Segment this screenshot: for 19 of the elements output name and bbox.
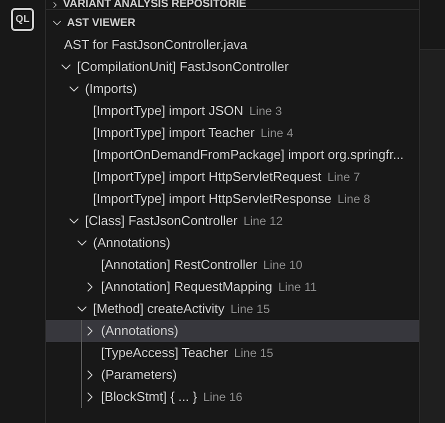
tree-item[interactable]: [ImportType] import Teacher Line 4 [46,122,419,144]
tree-item[interactable]: [ImportType] import HttpServletResponse Line 8 [46,188,419,210]
tree-item[interactable]: (Annotations) [46,320,419,342]
tree-item[interactable]: [Method] createActivity Line 15 [46,298,419,320]
tree-item[interactable]: [CompilationUnit] FastJsonController [46,56,419,78]
tree-item[interactable]: [Annotation] RestController Line 10 [46,254,419,276]
codeql-logo[interactable]: QL [11,8,34,31]
tree-item[interactable]: [ImportType] import JSON Line 3 [46,100,419,122]
tree-item[interactable]: [BlockStmt] { ... } Line 16 [46,386,419,408]
tree-item[interactable]: [Class] FastJsonController Line 12 [46,210,419,232]
ast-heading: AST for FastJsonController.java [64,36,248,54]
section-header[interactable]: AST VIEWER [46,12,419,34]
tree-item[interactable]: [Annotation] RequestMapping Line 11 [46,276,419,298]
tree-item[interactable]: (Parameters) [46,364,419,386]
tree-item[interactable]: (Imports) [46,78,419,100]
tree-item[interactable]: [ImportOnDemandFromPackage] import org.springfr... [46,144,419,166]
tree-item[interactable]: (Annotations) [46,232,419,254]
tree-item[interactable]: [ImportType] import HttpServletRequest Line 7 [46,166,419,188]
tree-item[interactable]: [TypeAccess] Teacher Line 15 [46,342,419,364]
